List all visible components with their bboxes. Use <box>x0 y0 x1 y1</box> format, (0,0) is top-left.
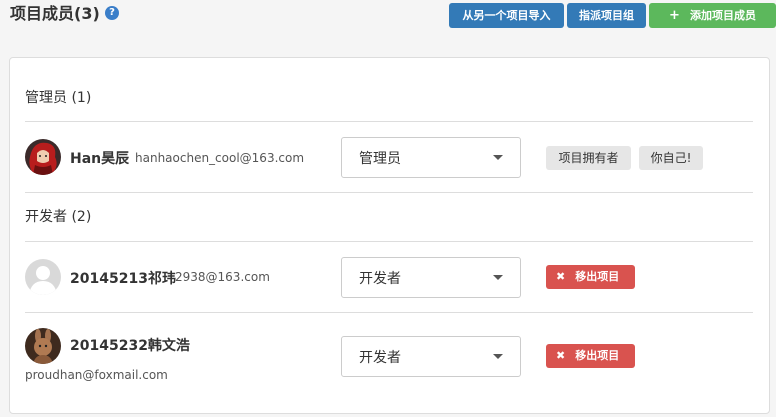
remove-member-button[interactable]: ✖ 移出项目 <box>546 265 635 289</box>
member-row-developer: 20145213祁玮 2938@163.com 开发者 ✖ 移出项目 <box>25 242 753 312</box>
caret-down-icon <box>493 155 503 160</box>
member-row-developer: 20145232韩文浩 proudhan@foxmail.com 开发者 ✖ 移出… <box>25 313 753 398</box>
avatar <box>25 139 61 175</box>
caret-down-icon <box>493 275 503 280</box>
member-name: 20145213祁玮 <box>70 271 176 287</box>
role-select[interactable]: 开发者 <box>341 257 521 298</box>
assign-project-group-button[interactable]: 指派项目组 <box>567 3 646 28</box>
owner-badge: 项目拥有者 <box>546 146 631 170</box>
members-panel: 管理员 (1) Han昊辰 hanhaochen_cool@163.com 管理… <box>9 57 770 414</box>
close-icon: ✖ <box>556 349 566 362</box>
role-select-value: 开发者 <box>359 350 401 366</box>
page-title: 项目成员(3) <box>10 4 100 23</box>
admins-section-label: 管理员 (1) <box>25 90 92 106</box>
caret-down-icon <box>493 354 503 359</box>
avatar <box>25 328 61 364</box>
import-from-project-button[interactable]: 从另一个项目导入 <box>449 3 564 28</box>
add-member-label: 添加项目成员 <box>689 9 756 22</box>
close-icon: ✖ <box>556 270 566 283</box>
member-row-admin: Han昊辰 hanhaochen_cool@163.com 管理员 项目拥有者 … <box>25 122 753 192</box>
add-member-button[interactable]: + 添加项目成员 <box>649 3 776 28</box>
plus-icon: + <box>669 8 680 23</box>
help-icon[interactable]: ? <box>105 6 119 20</box>
role-select[interactable]: 管理员 <box>341 137 521 178</box>
role-select-value: 开发者 <box>359 271 401 287</box>
role-select[interactable]: 开发者 <box>341 336 521 377</box>
remove-member-label: 移出项目 <box>575 349 620 362</box>
avatar <box>25 259 61 295</box>
member-name: 20145232韩文浩 <box>70 338 190 354</box>
page-header: 项目成员(3) ? 从另一个项目导入 指派项目组 + 添加项目成员 <box>10 0 776 40</box>
yourself-badge: 你自己! <box>639 146 703 170</box>
member-email: proudhan@foxmail.com <box>25 368 168 382</box>
role-select-value: 管理员 <box>359 151 401 167</box>
divider <box>25 192 753 193</box>
member-name: Han昊辰 <box>70 151 130 167</box>
member-email: 2938@163.com <box>175 270 270 284</box>
member-email: hanhaochen_cool@163.com <box>135 151 305 165</box>
remove-member-label: 移出项目 <box>575 270 620 283</box>
remove-member-button[interactable]: ✖ 移出项目 <box>546 344 635 368</box>
developers-section-label: 开发者 (2) <box>25 209 92 225</box>
